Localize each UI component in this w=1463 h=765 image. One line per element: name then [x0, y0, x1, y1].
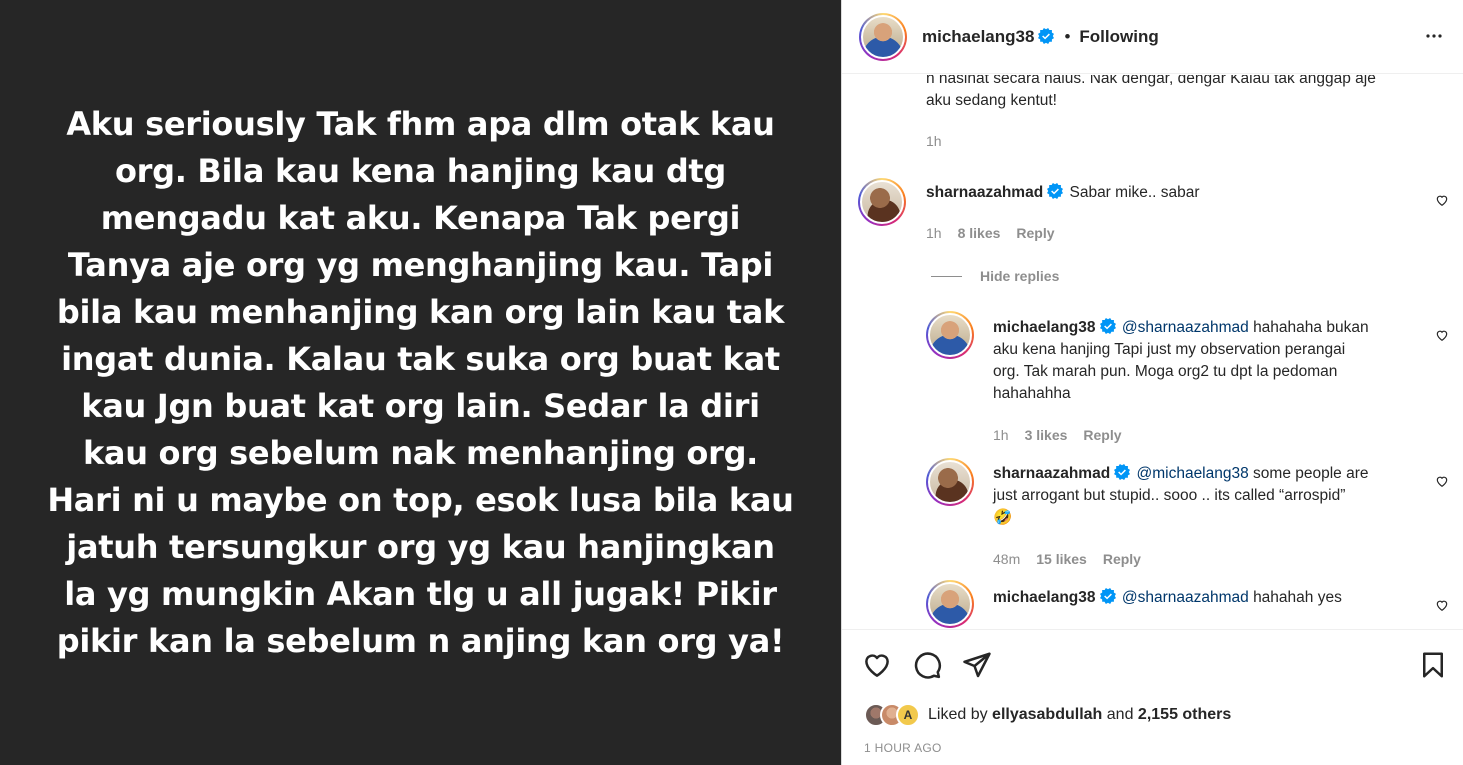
more-horizontal-icon[interactable] [1422, 24, 1446, 48]
liked-by-row: A Liked by ellyasabdullah and 2,155 othe… [864, 703, 1231, 727]
hide-replies-label: Hide replies [980, 268, 1060, 284]
reply-time[interactable]: 1h [993, 427, 1009, 443]
reply-button[interactable]: Reply [1103, 551, 1141, 567]
rofl-emoji: 🤣 [993, 509, 1013, 526]
caption-text-line: n nasihat secara halus. Nak dengar, deng… [926, 75, 1376, 87]
comment-bubble-icon[interactable] [912, 650, 942, 680]
verified-badge-icon [1099, 588, 1116, 604]
liked-by-username[interactable]: ellyasabdullah [992, 706, 1102, 723]
likes-count[interactable]: 2,155 others [1138, 706, 1231, 723]
reply-text: some people are [1253, 465, 1369, 482]
image-text-line: org. Bila kau kena hanjing kau dtg [114, 151, 727, 190]
caption-meta: 1h [926, 133, 942, 149]
comment: sharnaazahmad Sabar mike.. sabar [926, 182, 1200, 204]
mention-link[interactable]: @sharnaazahmad [1122, 589, 1249, 606]
reply-avatar[interactable] [926, 580, 974, 628]
post-timestamp[interactable]: 1 HOUR AGO [864, 741, 942, 755]
reply-likes[interactable]: 3 likes [1025, 427, 1068, 443]
reply-username[interactable]: michaelang38 [993, 589, 1096, 606]
image-text-line: kau org sebelum nak menhanjing org. [82, 433, 759, 472]
verified-badge-icon [1114, 464, 1131, 480]
reply-button[interactable]: Reply [1083, 427, 1121, 443]
like-comment-heart-icon[interactable] [1435, 328, 1449, 342]
instagram-post-view: Aku seriously Tak fhm apa dlm otak kau o… [0, 0, 1463, 765]
mention-link[interactable]: @sharnaazahmad [1122, 319, 1249, 336]
image-text-line: Aku seriously Tak fhm apa dlm otak kau [66, 104, 775, 143]
divider-line [931, 275, 962, 277]
reply-text-line: aku kena hanjing Tapi just my observatio… [993, 341, 1346, 358]
reply-text: hahahaha bukan [1253, 319, 1369, 336]
separator-dot: • [1064, 26, 1071, 46]
image-text-line: bila kau menhanjing kan org lain kau tak [56, 292, 785, 331]
image-text-line: la yg mungkin Akan tlg u all jugak! Piki… [64, 574, 777, 613]
reply-time[interactable]: 48m [993, 551, 1020, 567]
share-paper-plane-icon[interactable] [962, 650, 992, 680]
reply-text: hahahah yes [1253, 589, 1342, 606]
post-image[interactable]: Aku seriously Tak fhm apa dlm otak kau o… [0, 0, 841, 765]
verified-badge-icon [1038, 27, 1055, 44]
liker-avatar[interactable]: A [896, 703, 920, 727]
like-comment-heart-icon[interactable] [1435, 598, 1449, 612]
image-text-line: kau Jgn buat kat org lain. Sedar la diri [81, 386, 760, 425]
hide-replies-toggle[interactable]: Hide replies [931, 268, 1059, 284]
comment-meta: 1h 8 likes Reply [926, 225, 1055, 241]
reply-username[interactable]: sharnaazahmad [993, 465, 1110, 482]
verified-badge-icon [1099, 318, 1116, 334]
image-text-line: mengadu kat aku. Kenapa Tak pergi [100, 198, 741, 237]
liked-by-label: Liked by [928, 706, 988, 723]
image-text-line: pikir kan la sebelum n anjing kan org ya… [56, 621, 785, 660]
mention-link[interactable]: @michaelang38 [1136, 465, 1248, 482]
reply-button[interactable]: Reply [1016, 225, 1054, 241]
reply-meta: 48m 15 likes Reply [993, 551, 1141, 567]
post-image-text: Aku seriously Tak fhm apa dlm otak kau o… [41, 101, 801, 665]
following-button[interactable]: Following [1079, 27, 1158, 47]
image-text-line: jatuh tersungkur org yg kau hanjingkan [66, 527, 775, 566]
comment-username[interactable]: sharnaazahmad [926, 184, 1043, 201]
reply-text-line: hahahahha [993, 385, 1071, 402]
like-comment-heart-icon[interactable] [1435, 474, 1449, 488]
comment-time[interactable]: 1h [926, 225, 942, 241]
verified-badge-icon [1047, 183, 1064, 199]
post-side-panel: michaelang38 • Following n nasihat secar… [841, 0, 1463, 765]
post-header: michaelang38 • Following [842, 0, 1463, 74]
reply-text-line: org. Tak marah pun. Moga org2 tu dpt la … [993, 363, 1338, 380]
author-username[interactable]: michaelang38 [922, 27, 1055, 47]
reply: michaelang38 @sharnaazahmad hahahaha buk… [993, 317, 1413, 405]
image-text-line: Tanya aje org yg menghanjing kau. Tapi [67, 245, 774, 284]
caption-continuation: n nasihat secara halus. Nak dengar, deng… [926, 75, 1436, 112]
liked-and-label: and [1106, 706, 1134, 723]
comment-avatar[interactable] [858, 178, 906, 226]
reply: sharnaazahmad @michaelang38 some people … [993, 463, 1413, 529]
image-text-line: Hari ni u maybe on top, esok lusa bila k… [47, 480, 794, 519]
save-bookmark-icon[interactable] [1418, 650, 1448, 680]
reply-text-line: just arrogant but stupid.. sooo .. its c… [993, 487, 1346, 504]
image-text-line: ingat dunia. Kalau tak suka org buat kat [61, 339, 780, 378]
like-heart-icon[interactable] [862, 650, 892, 680]
reply-likes[interactable]: 15 likes [1036, 551, 1087, 567]
comments-scroll-area[interactable]: n nasihat secara halus. Nak dengar, deng… [842, 75, 1463, 629]
reply-avatar[interactable] [926, 458, 974, 506]
reply-meta: 1h 3 likes Reply [993, 427, 1122, 443]
comment-text: Sabar mike.. sabar [1069, 184, 1200, 201]
author-avatar[interactable] [859, 12, 907, 61]
post-actions-footer: A Liked by ellyasabdullah and 2,155 othe… [842, 629, 1463, 765]
comment-likes[interactable]: 8 likes [958, 225, 1001, 241]
reply-username[interactable]: michaelang38 [993, 319, 1096, 336]
reply: michaelang38 @sharnaazahmad hahahah yes [993, 587, 1413, 609]
caption-text-line: aku sedang kentut! [926, 92, 1057, 109]
like-comment-heart-icon[interactable] [1435, 193, 1449, 207]
reply-avatar[interactable] [926, 311, 974, 359]
liked-by-text: Liked by ellyasabdullah and 2,155 others [928, 706, 1231, 724]
caption-time[interactable]: 1h [926, 133, 942, 149]
